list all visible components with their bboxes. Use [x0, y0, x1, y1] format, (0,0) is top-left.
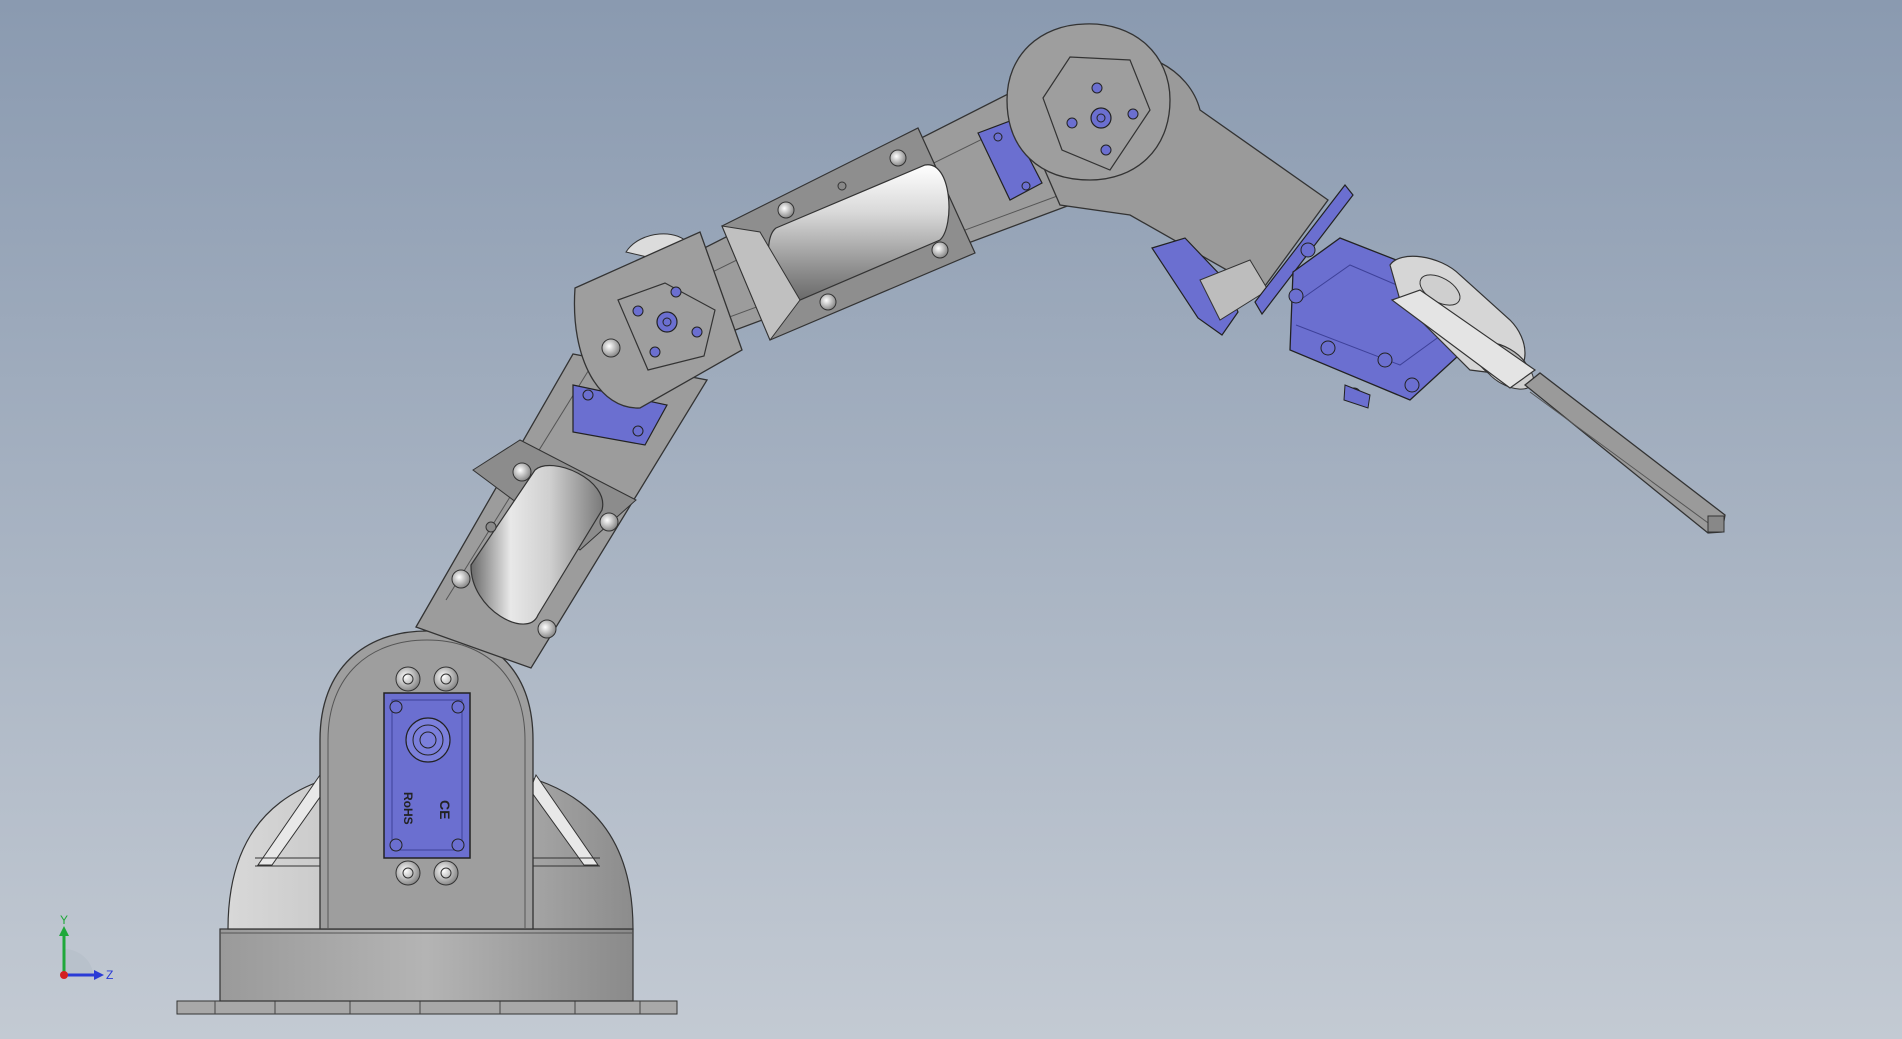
- triad-z-label: Z: [106, 968, 113, 982]
- servo-marking-ce: CE: [437, 800, 453, 819]
- base-servo[interactable]: CE RoHS: [383, 692, 471, 859]
- robot-arm-model[interactable]: CE RoHS: [0, 0, 1902, 1039]
- base-foot-plate: [176, 1000, 678, 1015]
- base-ring: [219, 928, 634, 1002]
- triad-y-label: Y: [60, 914, 68, 927]
- graphics-viewport[interactable]: CE RoHS Y Z: [0, 0, 1902, 1039]
- triad-xy-plane: [64, 949, 93, 975]
- triad-x-axis-dot: [60, 971, 68, 979]
- servo-marking-rohs: RoHS: [401, 792, 415, 825]
- view-orientation-triad[interactable]: Y Z: [48, 914, 118, 984]
